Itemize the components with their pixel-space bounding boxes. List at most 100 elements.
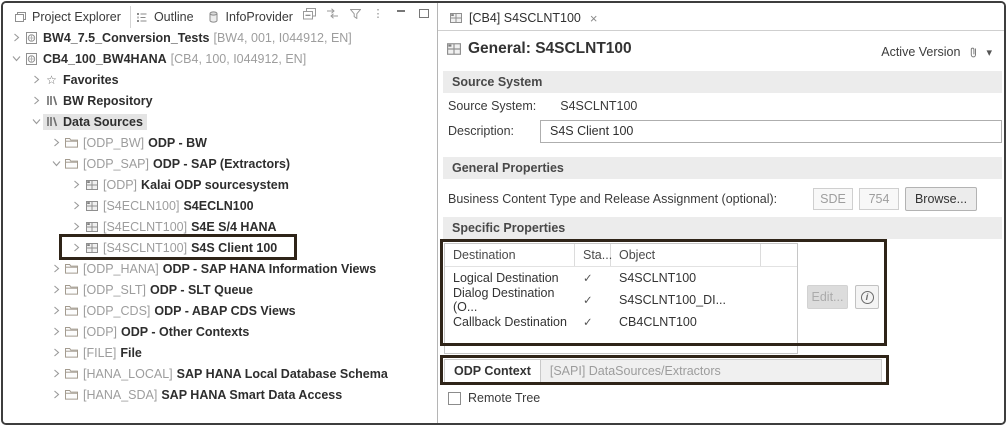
chevron-right-icon[interactable] bbox=[69, 201, 83, 210]
tree-item-body[interactable]: Data Sources bbox=[43, 113, 147, 130]
tab-infoprovider[interactable]: InfoProvider bbox=[203, 6, 302, 28]
tree-item-body[interactable]: [HANA_LOCAL] SAP HANA Local Database Sch… bbox=[63, 366, 392, 382]
chevron-down-icon[interactable]: ▾ bbox=[986, 46, 992, 59]
tree-item-body[interactable]: [ODP] ODP - Other Contexts bbox=[63, 324, 253, 340]
tree-item-body[interactable]: [ODP_BW] ODP - BW bbox=[63, 135, 211, 151]
tree-item-body[interactable]: [ODP] Kalai ODP sourcesystem bbox=[83, 177, 293, 193]
chevron-right-icon[interactable] bbox=[69, 222, 83, 231]
tree-item-body[interactable]: [FILE] File bbox=[63, 345, 146, 361]
filter-icon[interactable] bbox=[348, 7, 362, 20]
browse-button[interactable]: Browse... bbox=[905, 187, 977, 211]
column-destination[interactable]: Destination bbox=[445, 244, 575, 266]
tree-item-odp-sap[interactable]: [ODP_SAP] ODP - SAP (Extractors) bbox=[3, 153, 435, 174]
chevron-right-icon[interactable] bbox=[9, 33, 23, 42]
tree-item-s4eclnt100[interactable]: [S4ECLNT100] S4E S/4 HANA bbox=[3, 216, 435, 237]
chevron-right-icon[interactable] bbox=[69, 243, 83, 252]
tree-item-body[interactable]: ☆ Favorites bbox=[43, 72, 123, 88]
tree-item-body[interactable]: [HANA_SDA] SAP HANA Smart Data Access bbox=[63, 387, 346, 403]
check-icon: ✓ bbox=[583, 295, 593, 307]
chevron-right-icon[interactable] bbox=[49, 306, 63, 315]
tree-item-hana-local[interactable]: [HANA_LOCAL] SAP HANA Local Database Sch… bbox=[3, 363, 435, 384]
chevron-right-icon[interactable] bbox=[69, 180, 83, 189]
column-status[interactable]: Sta... bbox=[575, 244, 612, 266]
project-icon bbox=[24, 52, 39, 65]
tree-item-body[interactable]: [S4ECLNT100] S4E S/4 HANA bbox=[83, 219, 281, 235]
tree-item-label: SAP HANA Local Database Schema bbox=[176, 366, 388, 381]
tree-item-body[interactable]: [ODP_SLT] ODP - SLT Queue bbox=[63, 282, 257, 298]
column-object[interactable]: Object bbox=[611, 244, 761, 266]
tree-item-file[interactable]: [FILE] File bbox=[3, 342, 435, 363]
chevron-right-icon[interactable] bbox=[29, 75, 43, 84]
tree-item-bw4-project[interactable]: BW4_7.5_Conversion_Tests [BW4, 001, I044… bbox=[3, 27, 435, 48]
content-type-field[interactable]: SDE bbox=[813, 188, 853, 210]
tree-item-hana-sda[interactable]: [HANA_SDA] SAP HANA Smart Data Access bbox=[3, 384, 435, 405]
table-row[interactable]: Callback Destination ✓ CB4CLNT100 bbox=[445, 311, 797, 333]
collapse-all-icon[interactable] bbox=[302, 7, 316, 20]
chevron-right-icon[interactable] bbox=[49, 390, 63, 399]
chevron-right-icon[interactable] bbox=[49, 348, 63, 357]
tree-item-body[interactable]: CB4_100_BW4HANA [CB4, 100, I044912, EN] bbox=[23, 51, 310, 67]
close-icon[interactable]: × bbox=[590, 11, 598, 26]
tree-item-odp-kalai[interactable]: [ODP] Kalai ODP sourcesystem bbox=[3, 174, 435, 195]
chevron-down-icon[interactable] bbox=[49, 159, 63, 168]
folder-icon bbox=[64, 137, 79, 148]
tab-outline[interactable]: Outline bbox=[131, 6, 203, 28]
tree-item-data-sources[interactable]: Data Sources bbox=[3, 111, 435, 132]
tree-item-body[interactable]: [S4SCLNT100] S4S Client 100 bbox=[83, 240, 281, 256]
edit-button[interactable]: Edit... bbox=[807, 285, 848, 309]
folder-icon bbox=[64, 347, 79, 358]
chevron-right-icon[interactable] bbox=[29, 96, 43, 105]
tree-item-body[interactable]: BW4_7.5_Conversion_Tests [BW4, 001, I044… bbox=[23, 30, 356, 46]
description-row: Description: S4S Client 100 bbox=[448, 119, 1002, 143]
link-with-editor-icon[interactable] bbox=[325, 7, 339, 20]
tab-infoprovider-label: InfoProvider bbox=[225, 10, 293, 24]
tree-item-odp-cds[interactable]: [ODP_CDS] ODP - ABAP CDS Views bbox=[3, 300, 435, 321]
tree-item-odp-bw[interactable]: [ODP_BW] ODP - BW bbox=[3, 132, 435, 153]
chevron-right-icon[interactable] bbox=[49, 369, 63, 378]
tab-project-explorer[interactable]: Project Explorer bbox=[9, 6, 131, 28]
tree-item-odp-other[interactable]: [ODP] ODP - Other Contexts bbox=[3, 321, 435, 342]
tree-item-body[interactable]: [ODP_CDS] ODP - ABAP CDS Views bbox=[63, 303, 300, 319]
folder-icon bbox=[64, 284, 79, 295]
release-field[interactable]: 754 bbox=[859, 188, 899, 210]
tree-item-body[interactable]: [ODP_HANA] ODP - SAP HANA Information Vi… bbox=[63, 261, 380, 277]
odp-context-value[interactable]: [SAPI] DataSources/Extractors bbox=[540, 360, 881, 382]
table-row[interactable]: Dialog Destination (O... ✓ S4SCLNT100_DI… bbox=[445, 286, 797, 314]
maximize-icon[interactable] bbox=[417, 7, 431, 20]
minimize-icon[interactable] bbox=[394, 7, 408, 20]
source-system-row: Source System: S4SCLNT100 bbox=[448, 99, 637, 113]
folder-icon bbox=[64, 326, 79, 337]
tree-item-favorites[interactable]: ☆ Favorites bbox=[3, 69, 435, 90]
tree-item-bw-repository[interactable]: BW Repository bbox=[3, 90, 435, 111]
tree-item-tech: [ODP] bbox=[83, 324, 118, 339]
remote-tree-checkbox[interactable] bbox=[448, 391, 461, 405]
repository-icon bbox=[44, 116, 59, 127]
project-name: CB4_100_BW4HANA bbox=[43, 51, 167, 66]
folder-icon bbox=[64, 389, 79, 400]
tree-item-s4ecln100[interactable]: [S4ECLN100] S4ECLN100 bbox=[3, 195, 435, 216]
view-menu-icon[interactable]: ⋮ bbox=[371, 7, 385, 20]
chevron-down-icon[interactable] bbox=[29, 117, 43, 126]
chevron-down-icon[interactable] bbox=[9, 54, 23, 63]
tree-item-s4sclnt100[interactable]: [S4SCLNT100] S4S Client 100 bbox=[3, 237, 435, 258]
editor-panel: [CB4] S4SCLNT100 × General: S4SCLNT100 A… bbox=[437, 3, 1004, 423]
tree-item-cb4-project[interactable]: CB4_100_BW4HANA [CB4, 100, I044912, EN] bbox=[3, 48, 435, 69]
destination-table[interactable]: Destination Sta... Object Logical Destin… bbox=[444, 243, 798, 354]
description-input[interactable]: S4S Client 100 bbox=[540, 119, 1002, 143]
tree-item-tech: [ODP_HANA] bbox=[83, 261, 159, 276]
chevron-right-icon[interactable] bbox=[49, 285, 63, 294]
editor-tab-s4sclnt100[interactable]: [CB4] S4SCLNT100 × bbox=[445, 7, 605, 29]
tree-item-body[interactable]: BW Repository bbox=[43, 93, 157, 109]
tree-item-odp-hana[interactable]: [ODP_HANA] ODP - SAP HANA Information Vi… bbox=[3, 258, 435, 279]
star-icon: ☆ bbox=[46, 72, 57, 87]
chevron-right-icon[interactable] bbox=[49, 327, 63, 336]
chevron-right-icon[interactable] bbox=[49, 264, 63, 273]
version-selector[interactable]: Active Version ▾ bbox=[881, 45, 992, 59]
tree-item-label: SAP HANA Smart Data Access bbox=[161, 387, 343, 402]
chevron-right-icon[interactable] bbox=[49, 138, 63, 147]
tree-item-odp-slt[interactable]: [ODP_SLT] ODP - SLT Queue bbox=[3, 279, 435, 300]
info-button[interactable]: i bbox=[855, 285, 879, 309]
project-name: BW4_7.5_Conversion_Tests bbox=[43, 30, 210, 45]
tree-item-body[interactable]: [ODP_SAP] ODP - SAP (Extractors) bbox=[63, 156, 294, 172]
tree-item-body[interactable]: [S4ECLN100] S4ECLN100 bbox=[83, 198, 258, 214]
